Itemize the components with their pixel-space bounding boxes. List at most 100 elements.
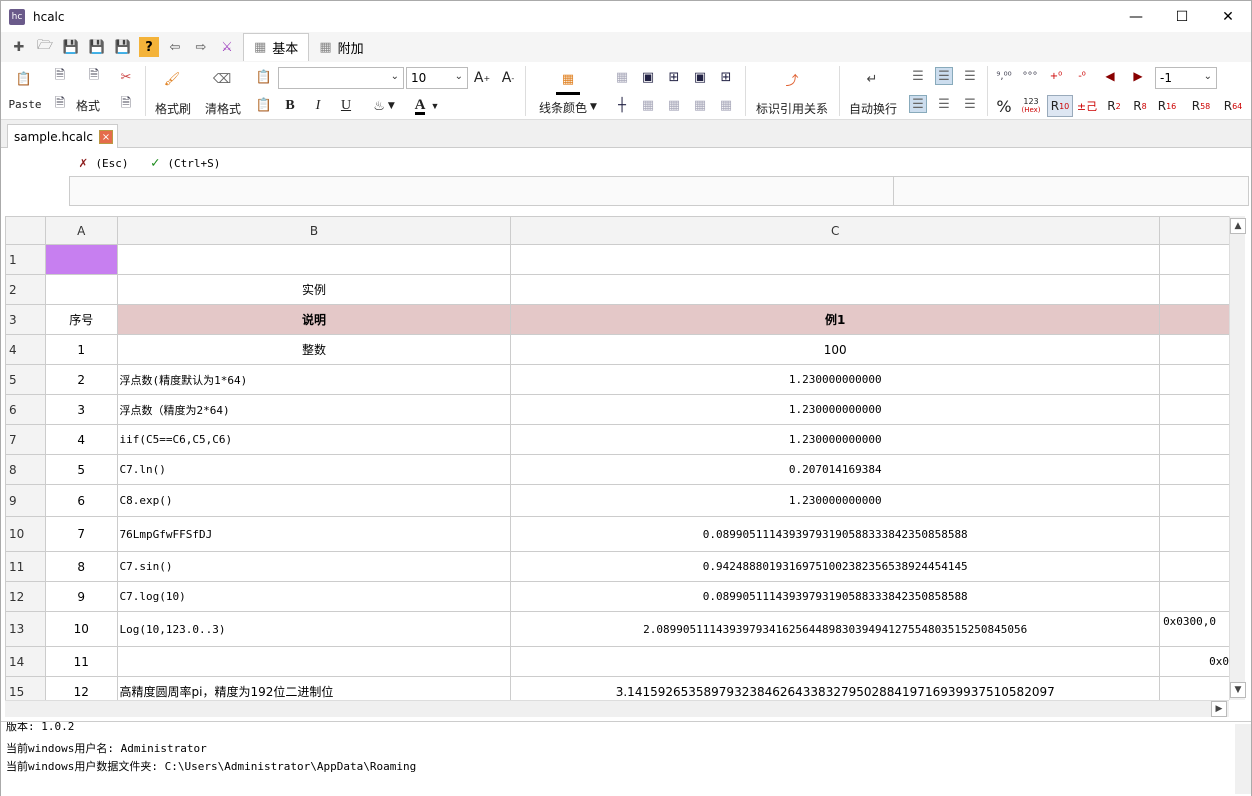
copy-icon[interactable]: 🗎 (51, 68, 69, 86)
radix-58-button[interactable]: R 58 (1189, 96, 1213, 116)
align-bottom-icon[interactable]: ☰ (961, 67, 979, 85)
cell-b[interactable]: 浮点数（精度为2*64) (116, 394, 512, 425)
cell-a[interactable]: 8 (44, 551, 118, 582)
align-right-icon[interactable]: ☰ (961, 95, 979, 113)
increase-font-icon[interactable]: A + (471, 67, 493, 89)
row-header[interactable]: 15 (5, 676, 46, 700)
cell-c[interactable] (510, 244, 1161, 275)
radix-8-button[interactable]: R8 (1129, 96, 1151, 116)
minimize-button[interactable]: — (1113, 1, 1159, 32)
column-header-c[interactable]: C (510, 216, 1161, 245)
shift-right-icon[interactable]: ▶ (1129, 67, 1147, 85)
italic-button[interactable]: I (309, 96, 327, 116)
scissors-icon[interactable]: ✂ (117, 68, 135, 86)
cell-c[interactable]: 2.08990511143939793416256448983039494127… (510, 611, 1161, 647)
cell-b[interactable]: C7.ln() (116, 454, 512, 485)
paste-button[interactable]: Paste (7, 96, 43, 112)
scroll-down-icon[interactable]: ▼ (1230, 682, 1246, 698)
shift-left-icon[interactable]: ◀ (1101, 67, 1119, 85)
decimal-format-icon[interactable]: ⁹,⁰⁰ (995, 67, 1013, 85)
file-tab[interactable]: sample.hcalc × (7, 124, 118, 148)
new-file-icon[interactable]: ✚ (9, 37, 29, 57)
close-window-button[interactable]: ✕ (1205, 1, 1251, 32)
help-icon[interactable]: ? (139, 37, 159, 57)
cell-d[interactable] (1159, 581, 1230, 612)
align-top-icon[interactable]: ☰ (909, 67, 927, 85)
cell-b[interactable]: 高精度圆周率pi，精度为192位二进制位 (116, 676, 512, 700)
row-header[interactable]: 11 (5, 551, 46, 582)
border-cross-icon[interactable]: ┼ (613, 96, 631, 114)
percent-button[interactable]: % (995, 96, 1013, 116)
confirm-edit-button[interactable]: ✓ (Ctrl+S) (151, 155, 220, 171)
cell-d[interactable]: 0x0 (1159, 646, 1230, 677)
bold-button[interactable]: B (281, 96, 299, 116)
row-header[interactable]: 4 (5, 334, 46, 365)
cell-a[interactable]: 5 (44, 454, 118, 485)
hex-button[interactable]: 123 (Hex) (1019, 95, 1043, 117)
cell-c[interactable]: 0.207014169384 (510, 454, 1161, 485)
border-inner-icon[interactable]: ▣ (691, 68, 709, 86)
forward-arrow-icon[interactable]: ⇨ (191, 37, 211, 57)
cell-c[interactable]: 0.94248880193169751002382356538924454145 (510, 551, 1161, 582)
column-header-b[interactable]: B (116, 216, 512, 245)
cell-a[interactable]: 9 (44, 581, 118, 612)
row-header[interactable]: 9 (5, 484, 46, 517)
tab-basic[interactable]: ▦ 基本 (243, 33, 310, 61)
underline-button[interactable]: U (337, 96, 355, 116)
radix-signed-button[interactable]: ±己 (1075, 96, 1099, 116)
row-header[interactable]: 3 (5, 304, 46, 335)
paste-special-icon[interactable]: 📋 (255, 96, 273, 114)
cut-copy-icon[interactable]: 🗎 (85, 68, 103, 86)
cell-d[interactable] (1159, 334, 1230, 365)
font-paste-icon[interactable]: 📋 (255, 68, 273, 86)
cell-a[interactable]: 11 (44, 646, 118, 677)
cell-b[interactable]: 整数 (116, 334, 512, 365)
scroll-right-icon[interactable]: ▶ (1211, 701, 1227, 717)
cell-c[interactable]: 例1 (510, 304, 1161, 335)
vertical-scrollbar[interactable]: ▲ ▼ (1229, 216, 1246, 700)
cell-b[interactable]: 实例 (116, 274, 512, 305)
decrease-font-icon[interactable]: A- (497, 67, 519, 89)
font-size-select[interactable]: 10 ⌄ (406, 67, 468, 89)
theme-shirt-icon[interactable]: ⚔ (217, 37, 237, 57)
cell-c[interactable]: 0.08990511143939793190588333842350858588 (510, 581, 1161, 612)
format-painter-button[interactable]: 格式刷 (151, 100, 195, 116)
cell-c[interactable]: 1.230000000000 (510, 424, 1161, 455)
formula-input[interactable] (69, 176, 1249, 206)
cell-a[interactable]: 序号 (44, 304, 118, 335)
border-left-icon[interactable]: ▦ (639, 96, 657, 114)
row-header[interactable]: 2 (5, 274, 46, 305)
border-right-icon[interactable]: ▦ (691, 96, 709, 114)
save-icon[interactable]: 💾 (61, 37, 81, 57)
cell-c[interactable]: 3.14159265358979323846264338327950288419… (510, 676, 1161, 700)
cell-b[interactable]: C8.exp() (116, 484, 512, 517)
cell-b[interactable]: Log(10,123.0..3) (116, 611, 512, 647)
open-folder-icon[interactable]: 🗁 (35, 37, 55, 57)
cell-b[interactable]: iif(C5==C6,C5,C6) (116, 424, 512, 455)
column-header-d[interactable] (1159, 216, 1230, 245)
cell-d[interactable] (1159, 516, 1230, 552)
cell-d[interactable] (1159, 304, 1230, 335)
cell-b[interactable]: 说明 (116, 304, 512, 335)
thousands-icon[interactable]: °°° (1021, 67, 1039, 85)
cell-c[interactable]: 1.230000000000 (510, 484, 1161, 517)
align-left-icon[interactable]: ☰ (909, 95, 927, 113)
cell-d[interactable] (1159, 364, 1230, 395)
row-header[interactable]: 8 (5, 454, 46, 485)
back-arrow-icon[interactable]: ⇦ (165, 37, 185, 57)
cell-d[interactable] (1159, 454, 1230, 485)
border-outer-icon[interactable]: ▣ (639, 68, 657, 86)
corner-cell[interactable] (5, 216, 46, 245)
radix-16-button[interactable]: R 16 (1155, 96, 1179, 116)
row-header[interactable]: 12 (5, 581, 46, 612)
cell-a[interactable]: 10 (44, 611, 118, 647)
font-family-select[interactable]: ⌄ (278, 67, 404, 89)
cell-c[interactable] (510, 274, 1161, 305)
cell-b[interactable] (116, 646, 512, 677)
wrap-text-button[interactable]: 自动换行 (843, 100, 903, 116)
font-color-button[interactable]: A ▼ (409, 96, 445, 116)
border-top-icon[interactable]: ▦ (665, 96, 683, 114)
cell-b[interactable] (116, 244, 512, 275)
add-decimal-icon[interactable]: +⁰ (1047, 67, 1065, 85)
cell-a[interactable]: 12 (44, 676, 118, 700)
